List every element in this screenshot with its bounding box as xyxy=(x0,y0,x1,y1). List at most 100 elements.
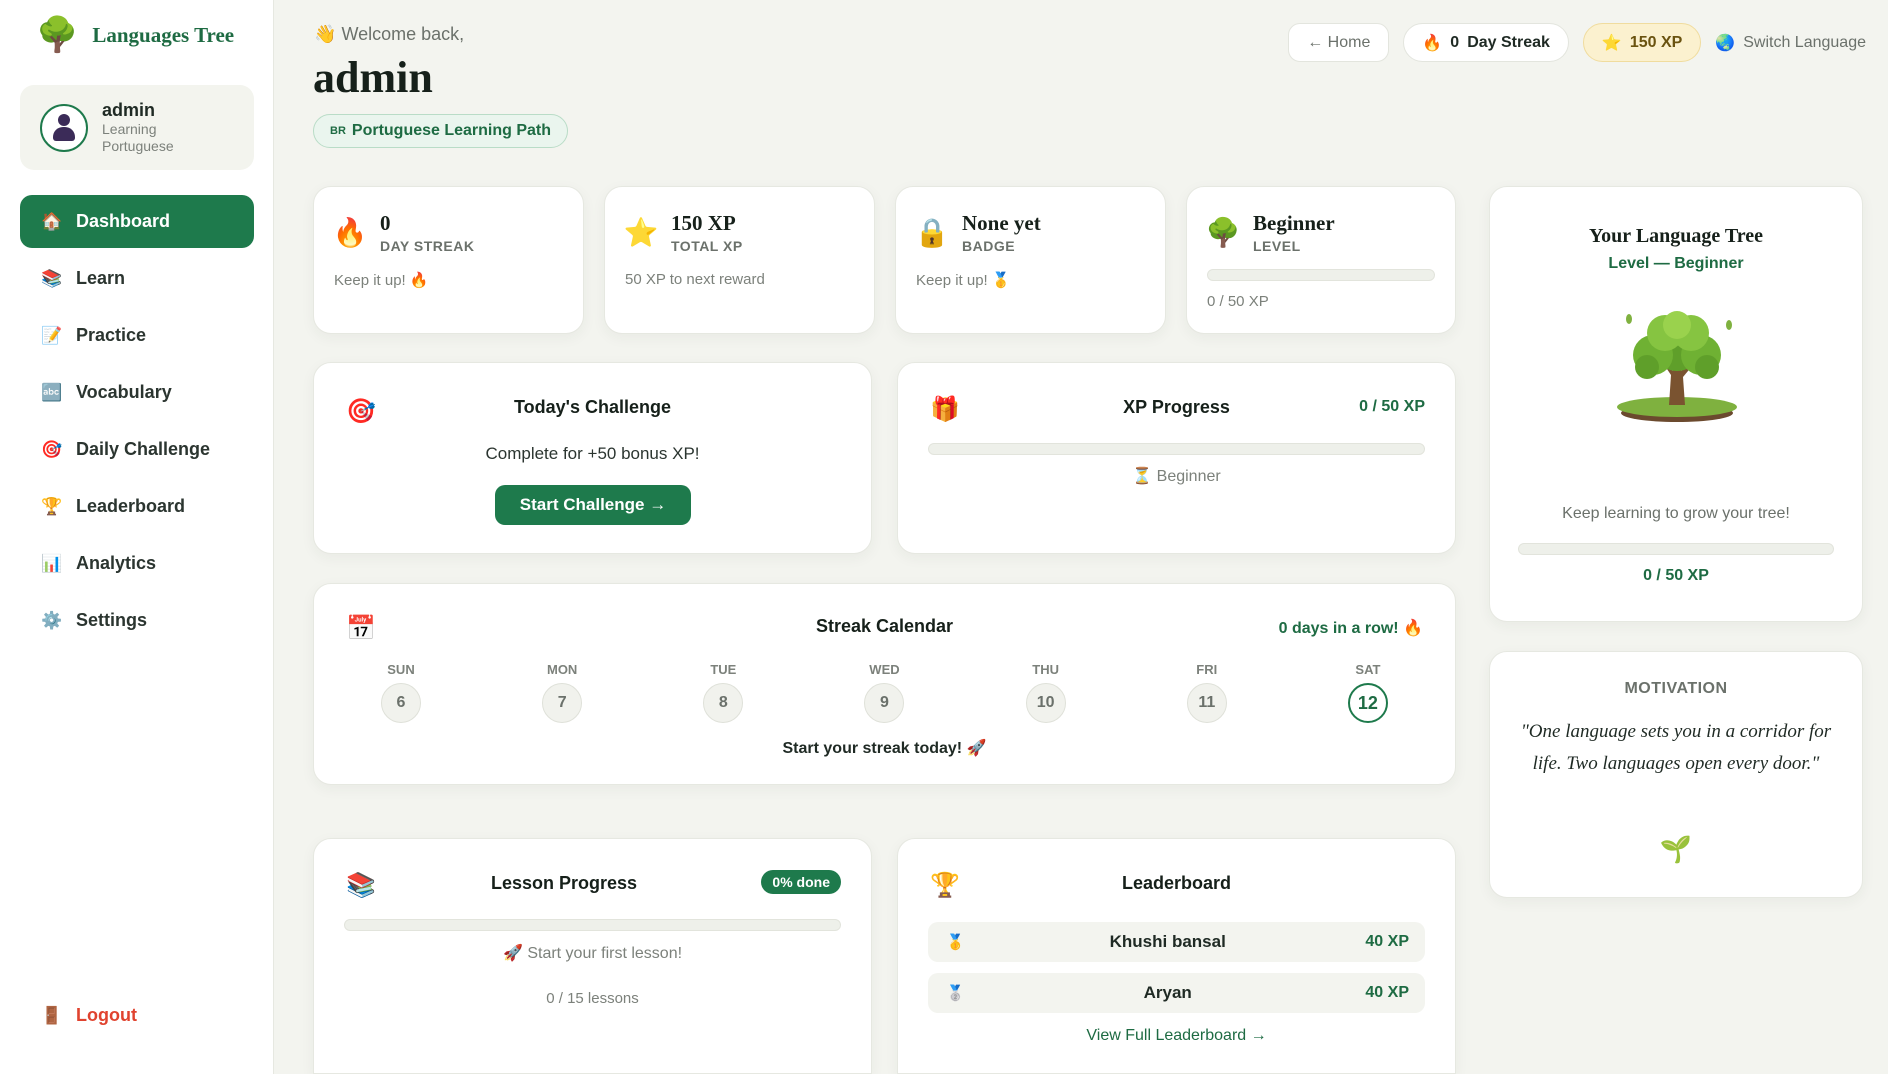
memo-icon: 📝 xyxy=(41,325,63,345)
user-name: admin xyxy=(102,100,156,120)
fire-icon: 🔥 xyxy=(332,217,368,248)
day-thu: THU 10 xyxy=(991,662,1101,723)
tree-card-level: Level — Beginner xyxy=(1608,255,1744,272)
day-number: 8 xyxy=(703,683,744,723)
user-subtitle-line1: Learning xyxy=(102,121,157,137)
day-label: TUE xyxy=(710,662,737,677)
day-label: MON xyxy=(546,662,578,677)
day-number: 9 xyxy=(864,683,905,723)
house-icon: 🏠 xyxy=(41,211,63,231)
lesson-count: 0 / 15 lessons xyxy=(546,990,639,1007)
tree-progress-bar xyxy=(1518,543,1834,555)
xp-progress-level-label: Beginner xyxy=(1156,468,1221,485)
home-button[interactable]: ← Home xyxy=(1288,23,1390,62)
leaderboard-name: Khushi bansal xyxy=(1109,932,1226,951)
avatar xyxy=(40,103,88,152)
lesson-progress-card: 📚 Lesson Progress 0% done 🚀 Start your f… xyxy=(313,838,872,1074)
sidebar-nav: 🏠 Dashboard 📚 Learn 📝 Practice 🔤 Vocabul… xyxy=(20,195,254,651)
streak-calendar-card: 📅 Streak Calendar 0 days in a row! 🔥 SUN… xyxy=(313,583,1456,785)
streak-footer: Start your streak today! 🚀 xyxy=(782,740,987,757)
brand-name: Languages Tree xyxy=(92,22,235,47)
lesson-done-badge: 0% done xyxy=(761,870,841,894)
books-icon: 📚 xyxy=(41,268,63,288)
leaderboard-title: Leaderboard xyxy=(1121,873,1232,893)
stat-card-level: 🌳 Beginner LEVEL 0 / 50 XP xyxy=(1186,186,1456,334)
logout-button[interactable]: 🚪 Logout xyxy=(41,1005,137,1026)
day-number: 7 xyxy=(542,683,583,723)
day-sat-today: SAT 12 xyxy=(1313,662,1423,723)
xp-progress-card: 🎁 XP Progress 0 / 50 XP ⏳ Beginner xyxy=(897,362,1456,554)
welcome-text: 👋 Welcome back, xyxy=(314,24,464,45)
tree-card-value: 0 / 50 XP xyxy=(1643,567,1709,584)
lesson-hint: 🚀 Start your first lesson! xyxy=(502,945,683,962)
leaderboard-xp: 40 XP xyxy=(1365,984,1409,1001)
sidebar-item-dashboard[interactable]: 🏠 Dashboard xyxy=(20,195,254,248)
day-label: SAT xyxy=(1355,662,1381,677)
brand[interactable]: 🌳 Languages Tree xyxy=(36,18,234,52)
leaderboard-row[interactable]: 🥈 Aryan 40 XP xyxy=(928,973,1425,1013)
switch-language-button[interactable]: 🌏 Switch Language xyxy=(1715,23,1866,62)
gear-icon: ⚙️ xyxy=(41,610,63,630)
hourglass-icon: ⏳ xyxy=(1132,468,1153,485)
star-icon: ⭐ xyxy=(1601,34,1622,52)
motivation-quote: "One language sets you in a corridor for… xyxy=(1520,721,1832,774)
seedling-icon: 🌱 xyxy=(1659,834,1693,864)
challenge-title: Today's Challenge xyxy=(514,397,671,417)
streak-pill[interactable]: 🔥 0 Day Streak xyxy=(1403,23,1569,62)
stat-card-xp: ⭐ 150 XP TOTAL XP 50 XP to next reward xyxy=(604,186,875,334)
challenge-card: 🎯 Today's Challenge Complete for +50 bon… xyxy=(313,362,872,554)
level-progress-bar xyxy=(1207,269,1435,281)
xp-progress-level: ⏳ Beginner xyxy=(898,466,1455,486)
sidebar-item-vocabulary[interactable]: 🔤 Vocabulary xyxy=(20,366,254,419)
user-card[interactable]: admin Learning Portuguese xyxy=(20,85,254,170)
stat-foot: 50 XP to next reward xyxy=(625,271,765,288)
logout-label: Logout xyxy=(76,1005,137,1025)
trophy-icon: 🏆 xyxy=(41,496,63,516)
xp-pill[interactable]: ⭐ 150 XP xyxy=(1582,23,1702,62)
start-challenge-button[interactable]: Start Challenge → xyxy=(495,485,691,525)
tree-icon: 🌳 xyxy=(36,16,79,54)
language-tree-card: Your Language Tree Level — Beginner Keep… xyxy=(1489,186,1863,622)
target-icon: 🎯 xyxy=(41,439,63,459)
flag-icon: BR xyxy=(330,125,346,137)
sidebar-item-settings[interactable]: ⚙️ Settings xyxy=(20,594,254,647)
sidebar-item-label: Dashboard xyxy=(76,211,171,231)
tree-icon: 🌳 xyxy=(1205,217,1241,248)
streak-status: 0 days in a row! 🔥 xyxy=(1278,620,1423,637)
tree-illustration xyxy=(1617,311,1737,422)
day-sun: SUN 6 xyxy=(346,662,456,723)
waving-hand-icon: 👋 xyxy=(314,24,337,44)
day-wed: WED 9 xyxy=(829,662,939,723)
learning-path-label: Portuguese Learning Path xyxy=(351,122,552,139)
sidebar: 🌳 Languages Tree admin Learning Portugue… xyxy=(0,0,274,1074)
view-full-leaderboard-link[interactable]: View Full Leaderboard → xyxy=(1086,1027,1266,1044)
sidebar-item-daily-challenge[interactable]: 🎯 Daily Challenge xyxy=(20,423,254,476)
door-icon: 🚪 xyxy=(41,1005,63,1025)
stat-label: TOTAL XP xyxy=(671,238,743,254)
day-number: 11 xyxy=(1186,683,1227,723)
page-title: admin xyxy=(313,53,433,102)
streak-label: Day Streak xyxy=(1467,33,1550,51)
xp-progress-value: 0 / 50 XP xyxy=(1359,398,1425,415)
stat-value: None yet xyxy=(962,211,1041,235)
xp-progress-bar xyxy=(928,443,1425,455)
leaderboard-row[interactable]: 🥇 Khushi bansal 40 XP xyxy=(928,922,1425,962)
stat-foot: 0 / 50 XP xyxy=(1207,293,1269,310)
stat-card-streak: 🔥 0 DAY STREAK Keep it up! 🔥 xyxy=(313,186,584,334)
day-number: 6 xyxy=(381,683,421,723)
globe-icon: 🌏 xyxy=(1715,34,1736,52)
stat-label: DAY STREAK xyxy=(380,238,475,254)
sidebar-item-leaderboard[interactable]: 🏆 Leaderboard xyxy=(20,480,254,533)
sidebar-item-practice[interactable]: 📝 Practice xyxy=(20,309,254,362)
day-label: THU xyxy=(1032,662,1059,677)
sidebar-item-label: Daily Challenge xyxy=(76,439,211,459)
lock-icon: 🔒 xyxy=(914,217,950,248)
xp-value: 150 XP xyxy=(1629,33,1683,51)
sidebar-item-label: Vocabulary xyxy=(76,382,172,402)
day-label: FRI xyxy=(1196,662,1218,677)
day-tue: TUE 8 xyxy=(668,662,778,723)
sidebar-item-analytics[interactable]: 📊 Analytics xyxy=(20,537,254,590)
sidebar-item-label: Leaderboard xyxy=(76,496,186,516)
sidebar-item-learn[interactable]: 📚 Learn xyxy=(20,252,254,305)
learning-path-pill[interactable]: BR Portuguese Learning Path xyxy=(313,114,569,148)
